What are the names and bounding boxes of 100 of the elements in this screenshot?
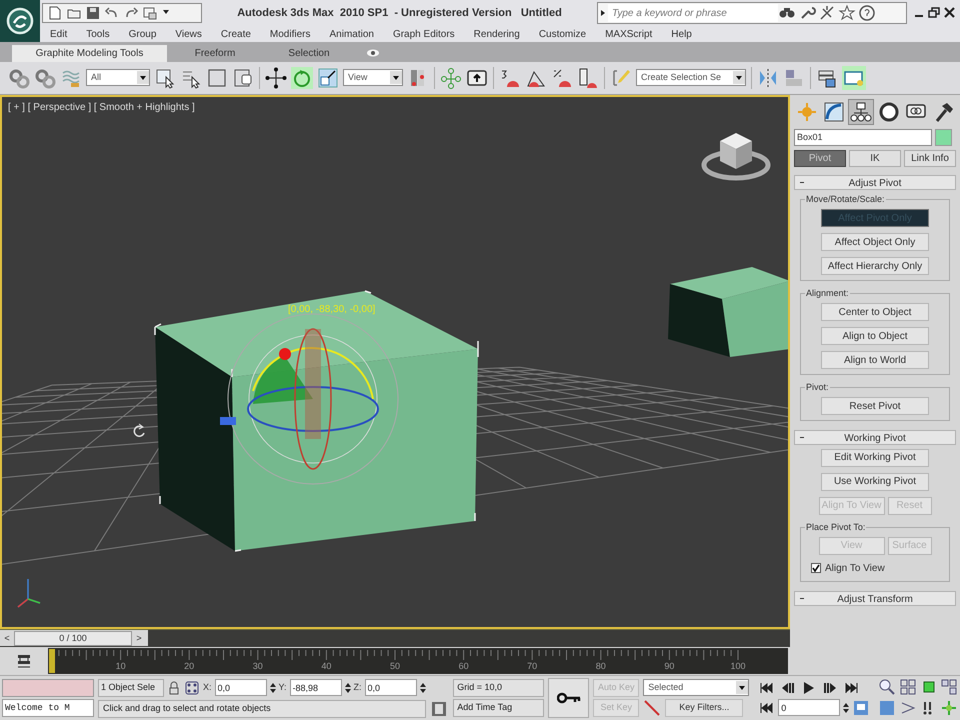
zoom-icon[interactable] [878, 678, 896, 696]
selection-count: 1 Object Sele [98, 678, 164, 697]
track-bar[interactable]: 10 20 30 40 50 60 70 80 90 100 [48, 648, 788, 674]
rotate-gizmo[interactable] [220, 313, 398, 484]
frame-tick-label: 70 [527, 660, 538, 673]
menu-item[interactable]: Group [128, 26, 156, 42]
frame-tick-label: 50 [390, 660, 400, 673]
modify-arc-icon[interactable] [823, 100, 846, 123]
menu-item[interactable]: Modifiers [270, 26, 310, 42]
percent-snap-icon[interactable] [551, 66, 573, 89]
hierarchy-icon[interactable] [850, 100, 872, 123]
panel-button[interactable]: Edit Working Pivot [821, 448, 929, 467]
coordinate-field[interactable]: 0,0 [214, 679, 267, 696]
rollout-header[interactable]: Working Pivot [794, 430, 956, 446]
object-color-swatch[interactable] [935, 128, 952, 146]
coordinate-field[interactable]: 0,0 [364, 679, 417, 696]
coordinate-field[interactable]: -88,98 [290, 679, 342, 696]
panel-tab[interactable]: Link Info [904, 150, 956, 167]
maxscript-input-field[interactable]: Welcome to M [2, 698, 94, 717]
panel-button[interactable]: Align to World [821, 351, 929, 370]
panel-button[interactable]: Use Working Pivot [821, 472, 929, 491]
zoom-all-icon[interactable] [898, 678, 917, 696]
time-tag-button[interactable]: Add Time Tag [453, 698, 544, 717]
frame-tick-label: 10 [116, 660, 126, 673]
link-icon[interactable] [8, 66, 30, 89]
rollout-header[interactable]: Adjust Transform [794, 590, 956, 606]
eye-icon[interactable] [365, 48, 381, 58]
panel-button[interactable]: Affect Hierarchy Only [821, 257, 929, 276]
menu-item[interactable]: Help [671, 26, 692, 42]
graphite-toggle-icon[interactable] [842, 66, 866, 90]
named-selection-dropdown[interactable]: Create Selection Se [636, 69, 746, 86]
object-name-field[interactable]: Box01 [794, 128, 932, 146]
menu-item[interactable]: Animation [329, 26, 374, 42]
time-slider-thumb[interactable]: 0 / 100 [14, 630, 132, 646]
move-icon[interactable] [265, 66, 287, 89]
rotate-cursor-icon [134, 423, 145, 437]
frame-tick-label: 60 [458, 660, 469, 673]
menu-item[interactable]: Graph Editors [392, 26, 455, 42]
box[interactable] [668, 266, 788, 357]
menu-item[interactable]: MAXScript [605, 26, 652, 42]
viewport-label[interactable]: [ + ] [ Perspective ] [ Smooth + Highlights ] [8, 100, 195, 115]
key-mode-dropdown[interactable]: Selected [643, 678, 750, 696]
menu-item[interactable]: Create [220, 26, 251, 42]
menu-item[interactable]: Customize [538, 26, 586, 42]
view-cube-icon[interactable] [702, 132, 770, 180]
frame-tick-label: 90 [664, 660, 674, 673]
menu-item[interactable]: Tools [86, 26, 110, 42]
axis-tripod-icon [17, 578, 41, 608]
menu-item[interactable]: Views [175, 26, 202, 42]
unlink-icon[interactable] [34, 66, 56, 89]
panel-tab[interactable]: IK [849, 150, 901, 167]
zoom-extents-all-icon[interactable] [940, 678, 958, 696]
save-icon[interactable] [85, 5, 101, 21]
coordinate-label: Y: [278, 681, 287, 694]
app-logo-icon[interactable] [6, 7, 34, 35]
ribbon-tab[interactable]: Freeform [169, 44, 261, 62]
spinner-arrows-icon[interactable] [843, 700, 850, 715]
selection-filter-dropdown[interactable]: All [86, 69, 150, 86]
spinner-snap-icon[interactable] [577, 66, 599, 89]
coordinate-label: X: [203, 681, 212, 694]
spinner-arrows-icon[interactable] [270, 680, 276, 695]
time-tag-icon[interactable] [430, 700, 448, 718]
previous-frame-button[interactable]: < [0, 630, 14, 646]
scale-icon[interactable] [317, 66, 339, 89]
transform-mode-icon[interactable] [184, 680, 200, 696]
selected-box[interactable] [154, 290, 479, 552]
key-line-icon[interactable] [643, 698, 662, 717]
select-object-icon[interactable] [154, 66, 176, 89]
panel-button[interactable]: Affect Object Only [821, 233, 929, 252]
window-crossing-icon[interactable] [232, 66, 254, 89]
key-icon[interactable] [556, 692, 581, 704]
coordinate-label: Z: [354, 681, 362, 694]
new-file-icon[interactable] [47, 5, 63, 21]
key-button[interactable] [548, 678, 590, 718]
curve-editor-icon[interactable] [16, 652, 32, 669]
ribbon-tab[interactable]: Graphite Modeling Tools [12, 44, 167, 62]
panel-button[interactable]: Reset Pivot [821, 397, 929, 416]
project-folder-icon[interactable] [142, 5, 158, 21]
spinner-arrows-icon[interactable] [420, 680, 426, 695]
rollout-header[interactable]: Adjust Pivot [794, 174, 956, 190]
next-frame-button[interactable]: > [132, 630, 146, 646]
mirror-icon[interactable] [757, 66, 779, 89]
rectangle-selection-icon[interactable] [206, 66, 228, 89]
current-frame-field[interactable]: 0 [778, 699, 840, 716]
panel-button[interactable]: Align to Object [821, 327, 929, 346]
frame-tick-label: 30 [252, 660, 263, 673]
grid-size: Grid = 10,0 [453, 678, 544, 697]
restore-icon[interactable] [927, 6, 941, 20]
lock-icon[interactable] [167, 680, 181, 695]
spinner-arrows-icon[interactable] [344, 680, 351, 695]
key-filters-button[interactable]: Key Filters... [665, 698, 744, 717]
maxscript-output-field[interactable] [2, 678, 94, 697]
menu-item[interactable]: Rendering [474, 26, 520, 42]
time-marker[interactable] [49, 648, 55, 673]
frame-tick-label: 20 [184, 660, 194, 673]
panel-button[interactable]: Center to Object [821, 303, 929, 322]
close-icon[interactable] [943, 6, 956, 20]
ribbon-tab[interactable]: Selection [263, 44, 355, 62]
menu-item[interactable]: Edit [50, 26, 68, 42]
reference-coordinate-dropdown[interactable]: View [343, 69, 403, 86]
